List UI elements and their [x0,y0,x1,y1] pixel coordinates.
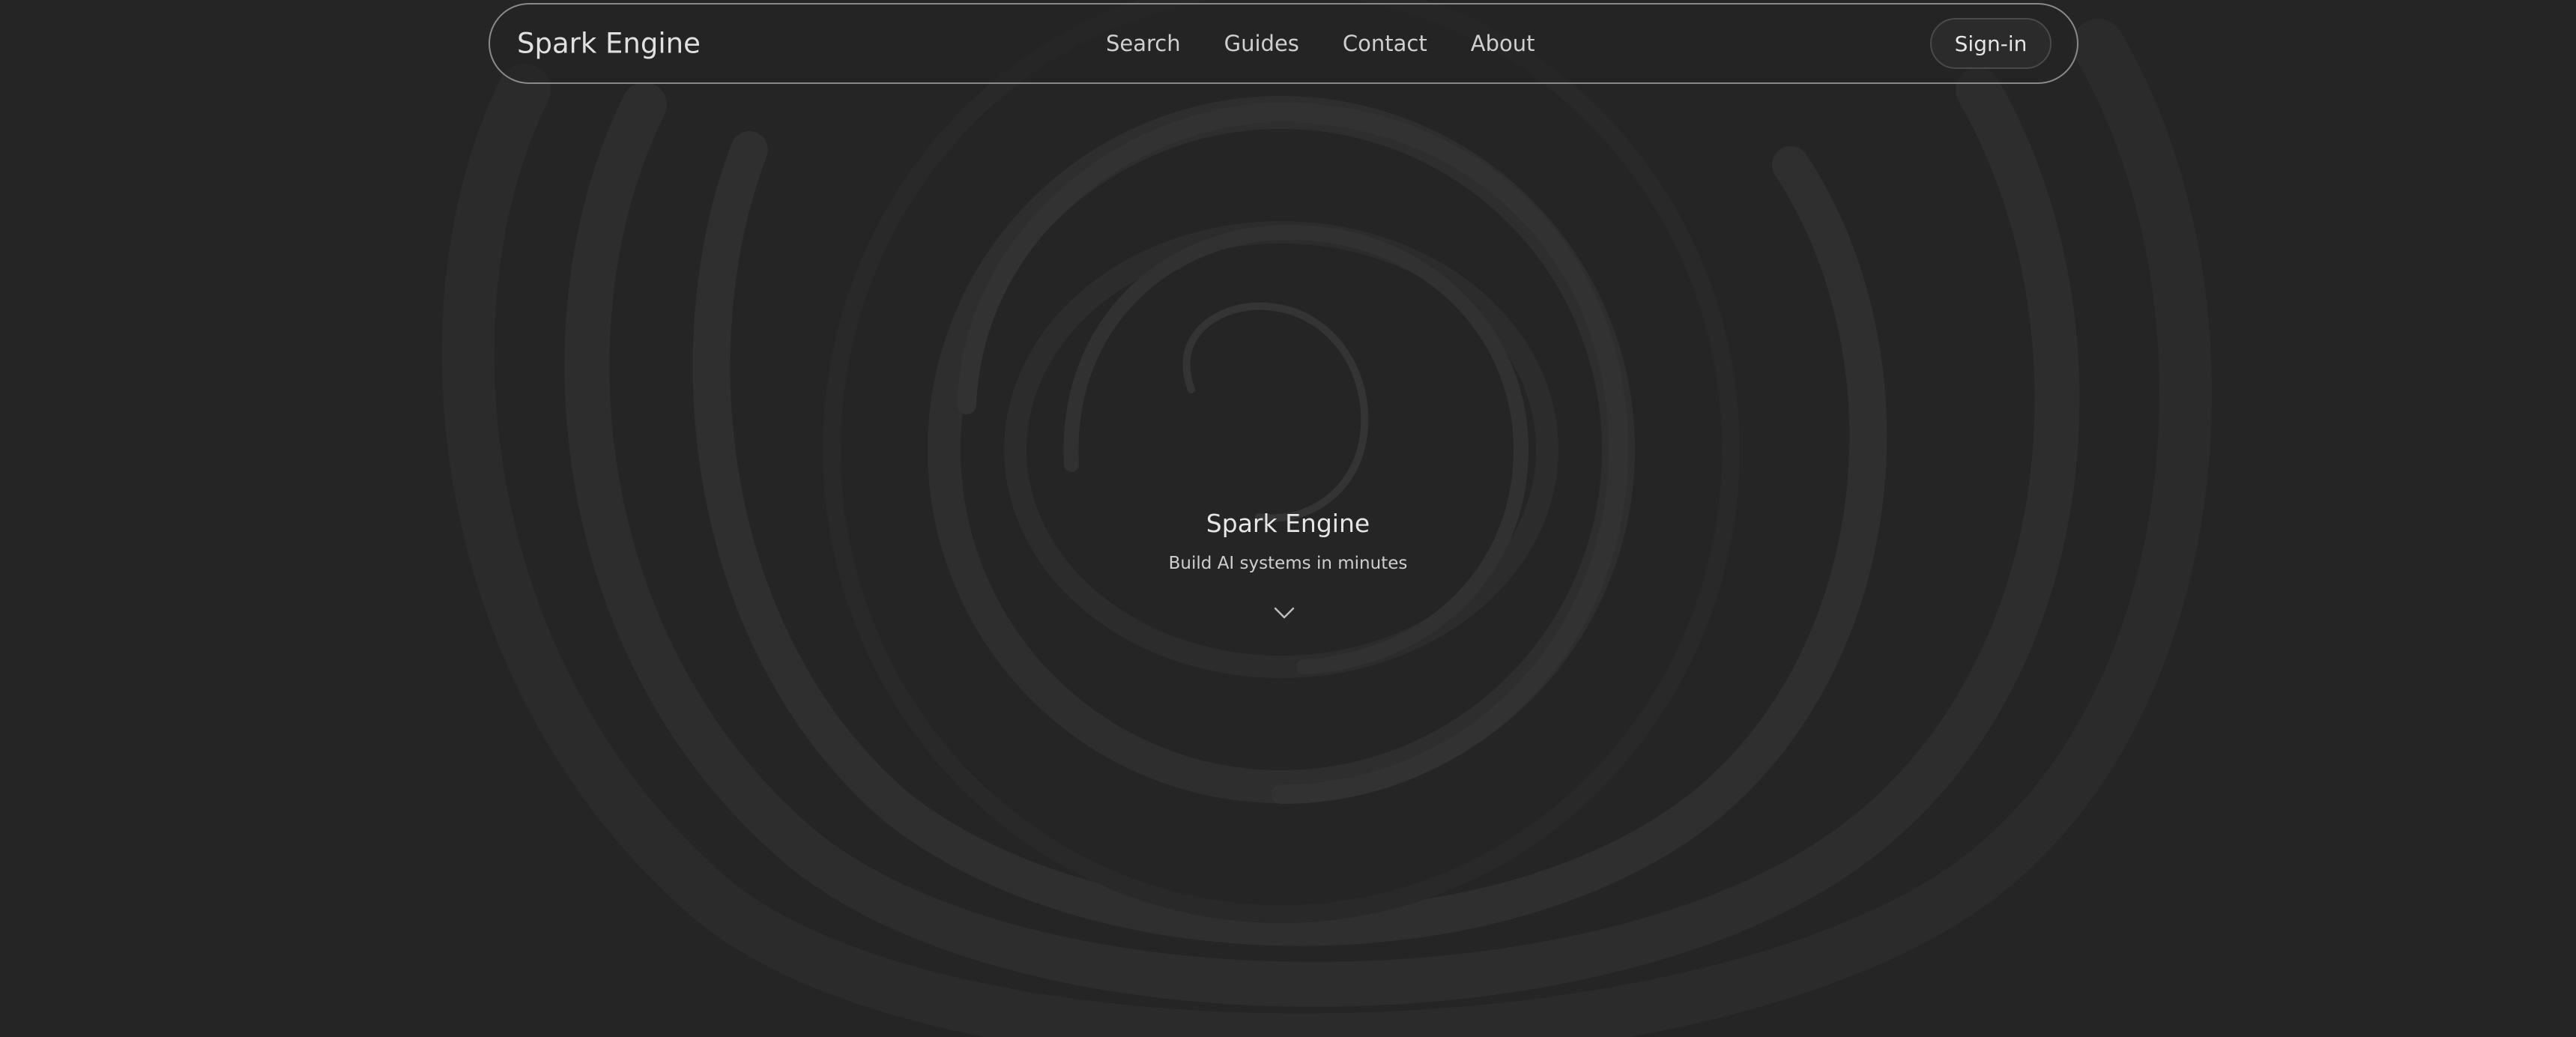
nav-link-about[interactable]: About [1471,31,1535,56]
brand-logo-text[interactable]: Spark Engine [517,28,701,60]
nav-link-search[interactable]: Search [1106,31,1181,56]
nav-link-guides[interactable]: Guides [1224,31,1299,56]
page: Spark Engine Search Guides Contact About… [0,0,2576,1037]
chevron-down-icon[interactable] [1272,604,1296,622]
top-navbar: Spark Engine Search Guides Contact About… [489,3,2078,84]
nav-links: Search Guides Contact About [1106,31,1535,56]
nav-link-contact[interactable]: Contact [1343,31,1427,56]
sign-in-button[interactable]: Sign-in [1930,18,2052,69]
hero-title: Spark Engine [1206,509,1370,538]
hero-section: Spark Engine Build AI systems in minutes [0,504,2576,578]
hero-subtitle: Build AI systems in minutes [1168,554,1408,573]
